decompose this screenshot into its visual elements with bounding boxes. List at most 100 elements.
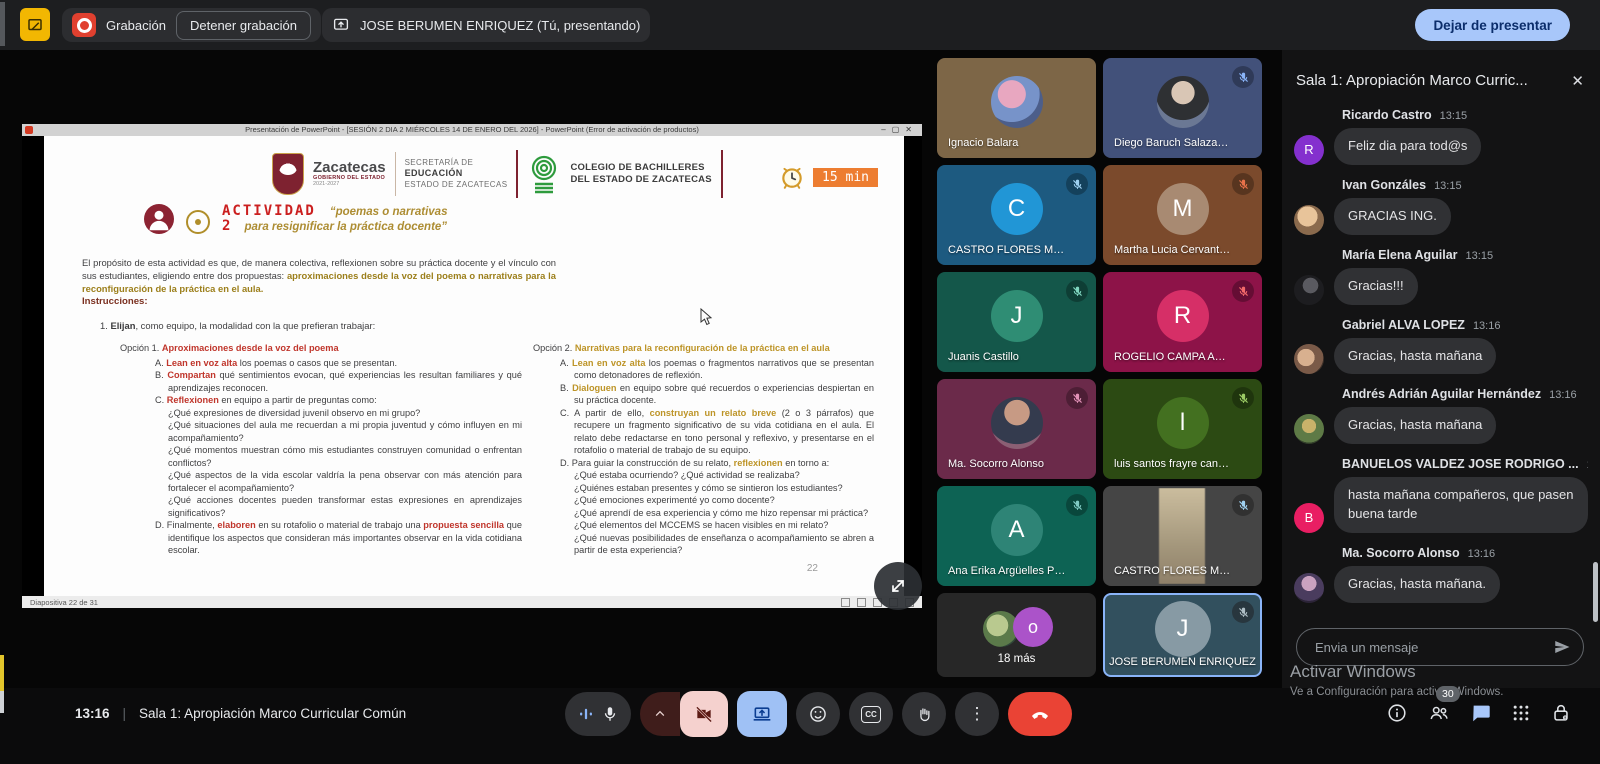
reactions-button[interactable] [796,692,840,736]
message-text: hasta mañana compañeros, que pasen buena… [1334,477,1588,533]
message-time: 13:16 [1468,548,1496,560]
more-participants-tile[interactable]: o 18 más [937,593,1096,677]
captions-button[interactable]: CC [849,692,893,736]
send-icon[interactable] [1553,638,1571,656]
participant-tile[interactable]: Ma. Socorro Alonso [937,379,1096,479]
host-controls-lock-icon[interactable] [1550,702,1572,724]
clock-icon [779,164,805,190]
chat-icon[interactable] [1470,702,1492,724]
option-2-question: ¿Qué aprendí de esa experiencia y cómo m… [533,507,874,520]
participant-tile[interactable]: l luis santos frayre canales [1103,379,1262,479]
mic-off-icon [1066,387,1088,409]
camera-options-chevron[interactable] [640,692,680,736]
zacatecas-wordmark: Zacatecas GOBIERNO DEL ESTADO 2021-2027 [313,160,386,187]
present-screen-button[interactable] [737,691,787,737]
participant-name: CASTRO FLORES MA GUA... [948,244,1066,256]
maroon-divider [721,150,723,198]
message-author: Ivan Gonzáles [1342,178,1426,192]
activities-grid-icon[interactable] [1511,703,1531,723]
avatar: C [991,183,1043,235]
people-icon[interactable] [1427,702,1451,724]
option-2-question: ¿Qué elementos del MCCEMS se hacen visib… [533,519,874,532]
powerpoint-window: Presentación de PowerPoint - [SESIÓN 2 D… [22,124,922,608]
raise-hand-button[interactable] [902,692,946,736]
recording-label: Grabación [106,18,166,33]
person-icon [144,204,174,234]
stop-recording-button[interactable]: Detener grabación [176,11,311,40]
chat-messages: R Ricardo Castro13:15 Feliz dia para tod… [1294,108,1588,603]
left-edge-strip [0,2,5,46]
message-time: 13:15 [1434,180,1462,192]
window-title: Presentación de PowerPoint - [SESIÓN 2 D… [245,125,699,134]
avatar [1294,344,1324,374]
slide-intro-paragraph: El propósito de esta actividad es que, d… [82,257,556,296]
participant-tile[interactable]: C CASTRO FLORES MA GUA... [937,165,1096,265]
more-options-button[interactable]: ⋮ [955,692,999,736]
message-time: 13:16 [1549,389,1577,401]
option-2-item-a: A. Lean en voz alta los poemas o fragmen… [533,357,874,382]
step-1: 1. Elijan, como equipo, la modalidad con… [100,320,375,331]
option-1-item-d: D. Finalmente, elaboren en su rotafolio … [120,519,522,557]
option-2-question: ¿Quiénes estaban presentes y cómo se sin… [533,482,874,495]
avatar [1294,573,1324,603]
meeting-info: 13:16 | Sala 1: Apropiación Marco Curric… [75,706,406,721]
option-1-item-c: C. Reflexionen en equipo a partir de pre… [120,394,522,407]
participant-tile-video[interactable]: CASTRO FLORES MA GUA... [1103,486,1262,586]
mic-control[interactable] [565,692,631,736]
avatar [991,397,1043,449]
presenting-pill: JOSE BERUMEN ENRIQUEZ (Tú, presentando) [322,8,650,42]
powerpoint-title-bar[interactable]: Presentación de PowerPoint - [SESIÓN 2 D… [22,124,922,136]
option-1-question: ¿Qué momentos muestran cómo mis estudian… [120,444,522,469]
end-call-button[interactable] [1008,692,1072,736]
avatar [1157,76,1209,128]
fullscreen-expand-button[interactable] [874,562,922,610]
avatar: B [1294,503,1324,533]
more-options-icon: ⋮ [969,704,986,724]
participant-tile[interactable]: Diego Baruch Salazar Doc... [1103,58,1262,158]
participant-grid: Ignacio Balara Diego Baruch Salazar Doc.… [937,58,1263,677]
instructions-label: Instrucciones: [82,296,148,307]
participant-name: Juanis Castillo [948,351,1066,363]
message-text: Feliz dia para tod@s [1334,128,1481,165]
left-edge-white-mark [0,691,4,713]
slide-counter: Diapositiva 22 de 31 [30,598,98,607]
mic-icon[interactable] [601,705,619,723]
chat-scrollbar[interactable] [1593,562,1598,622]
option-2-question: ¿Qué emociones experimenté yo como docen… [533,494,874,507]
self-tile[interactable]: J JOSE BERUMEN ENRIQUEZ [1103,593,1262,677]
participant-tile[interactable]: A Ana Erika Argüelles Pedroza [937,486,1096,586]
chat-message: Ma. Socorro Alonso13:16 Gracias, hasta m… [1294,546,1588,603]
mouse-cursor [700,308,713,327]
info-icon[interactable] [1386,702,1408,724]
participant-tile[interactable]: M Martha Lucia Cervantes G... [1103,165,1262,265]
chat-header: Sala 1: Apropiación Marco Curric... ✕ [1282,50,1600,97]
message-author: BANUELOS VALDEZ JOSE RODRIGO ... [1342,457,1579,471]
timer-label: 15 min [813,168,878,187]
participant-name: CASTRO FLORES MA GUA... [1114,565,1232,577]
participant-tile[interactable]: J Juanis Castillo [937,272,1096,372]
stop-presenting-button[interactable]: Dejar de presentar [1415,9,1570,41]
option-2-item-c: C. A partir de ello, construyan un relat… [533,407,874,457]
participant-name: Ana Erika Argüelles Pedroza [948,565,1066,577]
mic-off-icon [1232,173,1254,195]
participant-tile[interactable]: R ROGELIO CAMPA AMBRIZ [1103,272,1262,372]
whiteboard-app-icon[interactable] [20,8,50,41]
camera-off-button[interactable] [680,691,728,737]
mic-off-icon [1066,280,1088,302]
activity-number: 2 [222,219,230,234]
close-icon[interactable]: ✕ [1571,72,1584,90]
record-icon [72,13,96,37]
zacatecas-crest-logo [272,153,304,195]
timer: 15 min [779,164,878,190]
message-time: 13:16 [1587,459,1588,471]
present-screen-icon [332,16,350,34]
window-controls[interactable]: –▢✕ [881,124,918,136]
participant-name: Ignacio Balara [948,137,1066,149]
slide: Zacatecas GOBIERNO DEL ESTADO 2021-2027 … [44,136,904,596]
participant-tile[interactable]: Ignacio Balara [937,58,1096,158]
message-author: María Elena Aguilar [1342,248,1458,262]
option-1-question: ¿Qué expresiones de diversidad juvenil o… [120,407,522,420]
chat-title: Sala 1: Apropiación Marco Curric... [1296,72,1528,89]
participant-name: Diego Baruch Salazar Doc... [1114,137,1232,149]
chat-input[interactable] [1313,639,1553,656]
